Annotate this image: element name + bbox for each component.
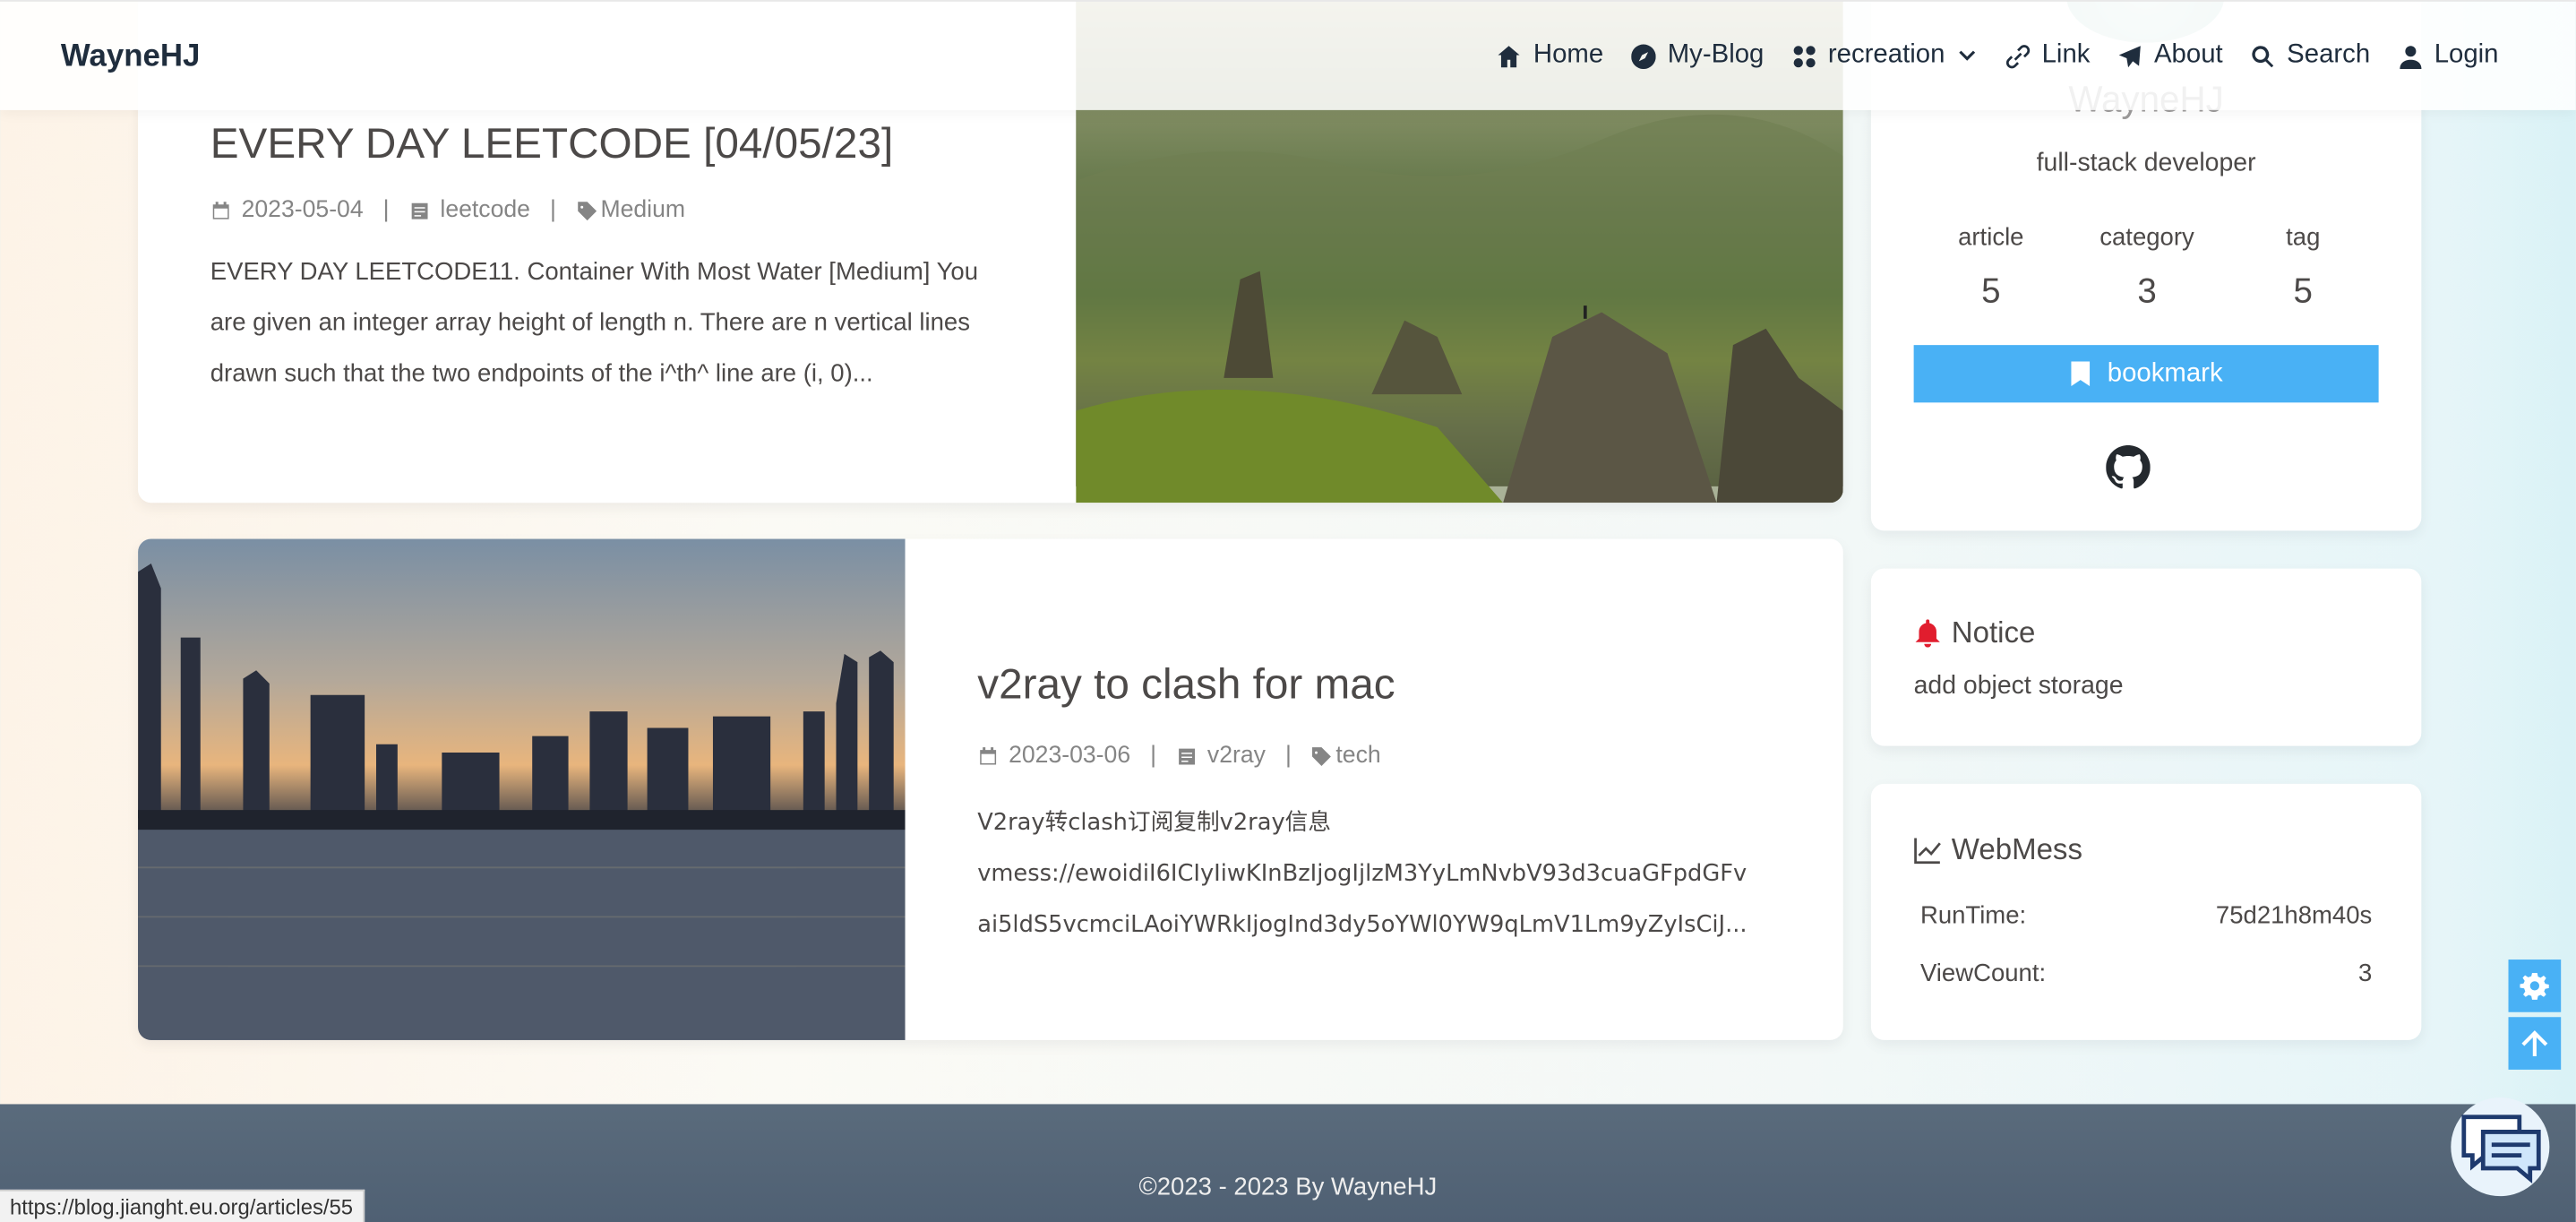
bookmark-icon xyxy=(2071,361,2090,386)
viewcount-label: ViewCount: xyxy=(1919,960,2047,988)
gear-icon xyxy=(2520,972,2549,1000)
footer: ©2023 - 2023 By WayneHJ xyxy=(0,1104,2576,1222)
post-title[interactable]: EVERY DAY LEETCODE [04/05/23] xyxy=(210,118,999,169)
post-tag[interactable]: tech xyxy=(1335,743,1380,769)
post-meta: 2023-03-06 | v2ray | tech xyxy=(977,743,1782,769)
post-excerpt: EVERY DAY LEETCODE11. Container With Mos… xyxy=(210,257,979,388)
page: EVERY DAY LEETCODE [04/05/23] 2023-05-04… xyxy=(0,0,2576,1222)
site-brand[interactable]: WayneHJ xyxy=(61,39,201,75)
excerpt-line: V2ray转clash订阅复制v2ray信息 xyxy=(977,810,1331,837)
tag-icon xyxy=(577,201,597,220)
stats-row: article 5 category 3 tag 5 xyxy=(1925,223,2368,312)
nav-my-blog[interactable]: My-Blog xyxy=(1631,41,1764,71)
back-to-top-button[interactable] xyxy=(2508,1017,2562,1070)
divider: | xyxy=(1284,742,1292,770)
bookmark-button[interactable]: bookmark xyxy=(1913,345,2379,403)
stat-value: 5 xyxy=(2293,272,2313,311)
bell-icon xyxy=(1915,619,1940,648)
nav-link[interactable]: Link xyxy=(2005,41,2090,71)
category-icon xyxy=(411,202,428,219)
stat-categories[interactable]: category 3 xyxy=(2082,223,2213,312)
stat-tags[interactable]: tag 5 xyxy=(2237,223,2369,312)
author-description: full-stack developer xyxy=(2036,149,2256,178)
calendar-icon xyxy=(980,746,997,764)
nav-label: Home xyxy=(1533,40,1604,70)
nav-login[interactable]: Login xyxy=(2398,40,2499,71)
nav-recreation[interactable]: recreation xyxy=(1792,41,1979,71)
divider: | xyxy=(549,197,556,224)
nav-menu: Home My-Blog recreation Link About Searc… xyxy=(1498,41,2499,71)
nav-search[interactable]: Search xyxy=(2251,41,2370,71)
home-icon xyxy=(1498,45,1521,67)
stat-label: article xyxy=(1958,223,2024,252)
post-title[interactable]: v2ray to clash for mac xyxy=(977,658,1782,710)
stat-label: category xyxy=(2099,223,2194,252)
notice-header: Notice xyxy=(1914,615,2036,651)
paper-plane-icon xyxy=(2119,45,2142,67)
footer-copyright: ©2023 - 2023 By WayneHJ xyxy=(1138,1173,1438,1201)
post-cover-image[interactable] xyxy=(138,538,906,1040)
viewcount-value: 3 xyxy=(2357,960,2373,988)
nav-label: My-Blog xyxy=(1667,40,1765,70)
post-category[interactable]: leetcode xyxy=(440,197,530,223)
nav-label: Login xyxy=(2434,40,2499,70)
post-card[interactable]: v2ray to clash for mac 2023-03-06 | v2ra… xyxy=(138,538,1843,1040)
nav-label: Search xyxy=(2287,40,2371,70)
chart-line-icon xyxy=(1914,838,1941,865)
post-meta: 2023-05-04 | leetcode | Medium xyxy=(210,197,999,223)
nav-label: recreation xyxy=(1827,40,1945,70)
divider: | xyxy=(382,197,390,224)
github-icon[interactable] xyxy=(2106,445,2151,490)
stat-value: 5 xyxy=(1981,272,2001,311)
post-category[interactable]: v2ray xyxy=(1207,743,1266,769)
compass-icon xyxy=(1631,43,1656,69)
chat-widget-button[interactable] xyxy=(2451,1097,2550,1197)
link-icon xyxy=(2005,44,2031,68)
stat-value: 3 xyxy=(2137,272,2157,311)
webmess-header: WebMess xyxy=(1914,833,2082,868)
nav-label: Link xyxy=(2041,40,2091,70)
runtime-row: RunTime: 75d21h8m40s xyxy=(1920,902,2372,930)
arrow-up-icon xyxy=(2521,1030,2548,1057)
notice-text: add object storage xyxy=(1913,672,2124,701)
post-tag[interactable]: Medium xyxy=(600,197,685,223)
post-date: 2023-05-04 xyxy=(241,197,364,224)
runtime-label: RunTime: xyxy=(1919,901,2027,931)
post-date: 2023-03-06 xyxy=(1009,742,1131,770)
bookmark-label: bookmark xyxy=(2107,358,2223,387)
stat-label: tag xyxy=(2286,223,2321,252)
chevron-down-icon xyxy=(1959,49,1976,60)
excerpt-line: vmess://ewoidiI6ICIyIiwKInBzIjogIjlzM3Yy… xyxy=(977,861,1747,888)
notice-title: Notice xyxy=(1951,615,2036,650)
webmess-title: WebMess xyxy=(1951,832,2082,866)
webmess-card: WebMess RunTime: 75d21h8m40s ViewCount: … xyxy=(1870,783,2422,1040)
viewcount-row: ViewCount: 3 xyxy=(1920,960,2372,987)
search-icon xyxy=(2252,45,2274,67)
category-icon xyxy=(1179,747,1195,764)
tag-icon xyxy=(1312,746,1332,766)
nav-label: About xyxy=(2153,40,2223,70)
browser-status-url: https://blog.jianght.eu.org/articles/55 xyxy=(0,1189,365,1222)
notice-card: Notice add object storage xyxy=(1870,568,2422,746)
user-icon xyxy=(2400,45,2422,69)
grid-icon xyxy=(1793,45,1816,67)
settings-button[interactable] xyxy=(2508,960,2562,1012)
excerpt-line: ai5ldS5vcmciLAoiYWRkIjogInd3dy5oYWl0YW9q… xyxy=(977,911,1747,939)
top-navbar: WayneHJ Home My-Blog recreation Link Abo… xyxy=(0,0,2576,110)
stat-articles[interactable]: article 5 xyxy=(1925,223,2057,312)
nav-about[interactable]: About xyxy=(2118,41,2223,71)
divider: | xyxy=(1150,742,1157,770)
chat-bubble-icon xyxy=(2461,1114,2541,1183)
skyline-illustration xyxy=(138,564,906,1040)
nav-home[interactable]: Home xyxy=(1498,40,1604,71)
post-excerpt: V2ray转clash订阅复制v2ray信息 vmess://ewoidiI6I… xyxy=(977,798,1782,951)
runtime-value: 75d21h8m40s xyxy=(2215,901,2373,931)
calendar-icon xyxy=(212,201,229,219)
